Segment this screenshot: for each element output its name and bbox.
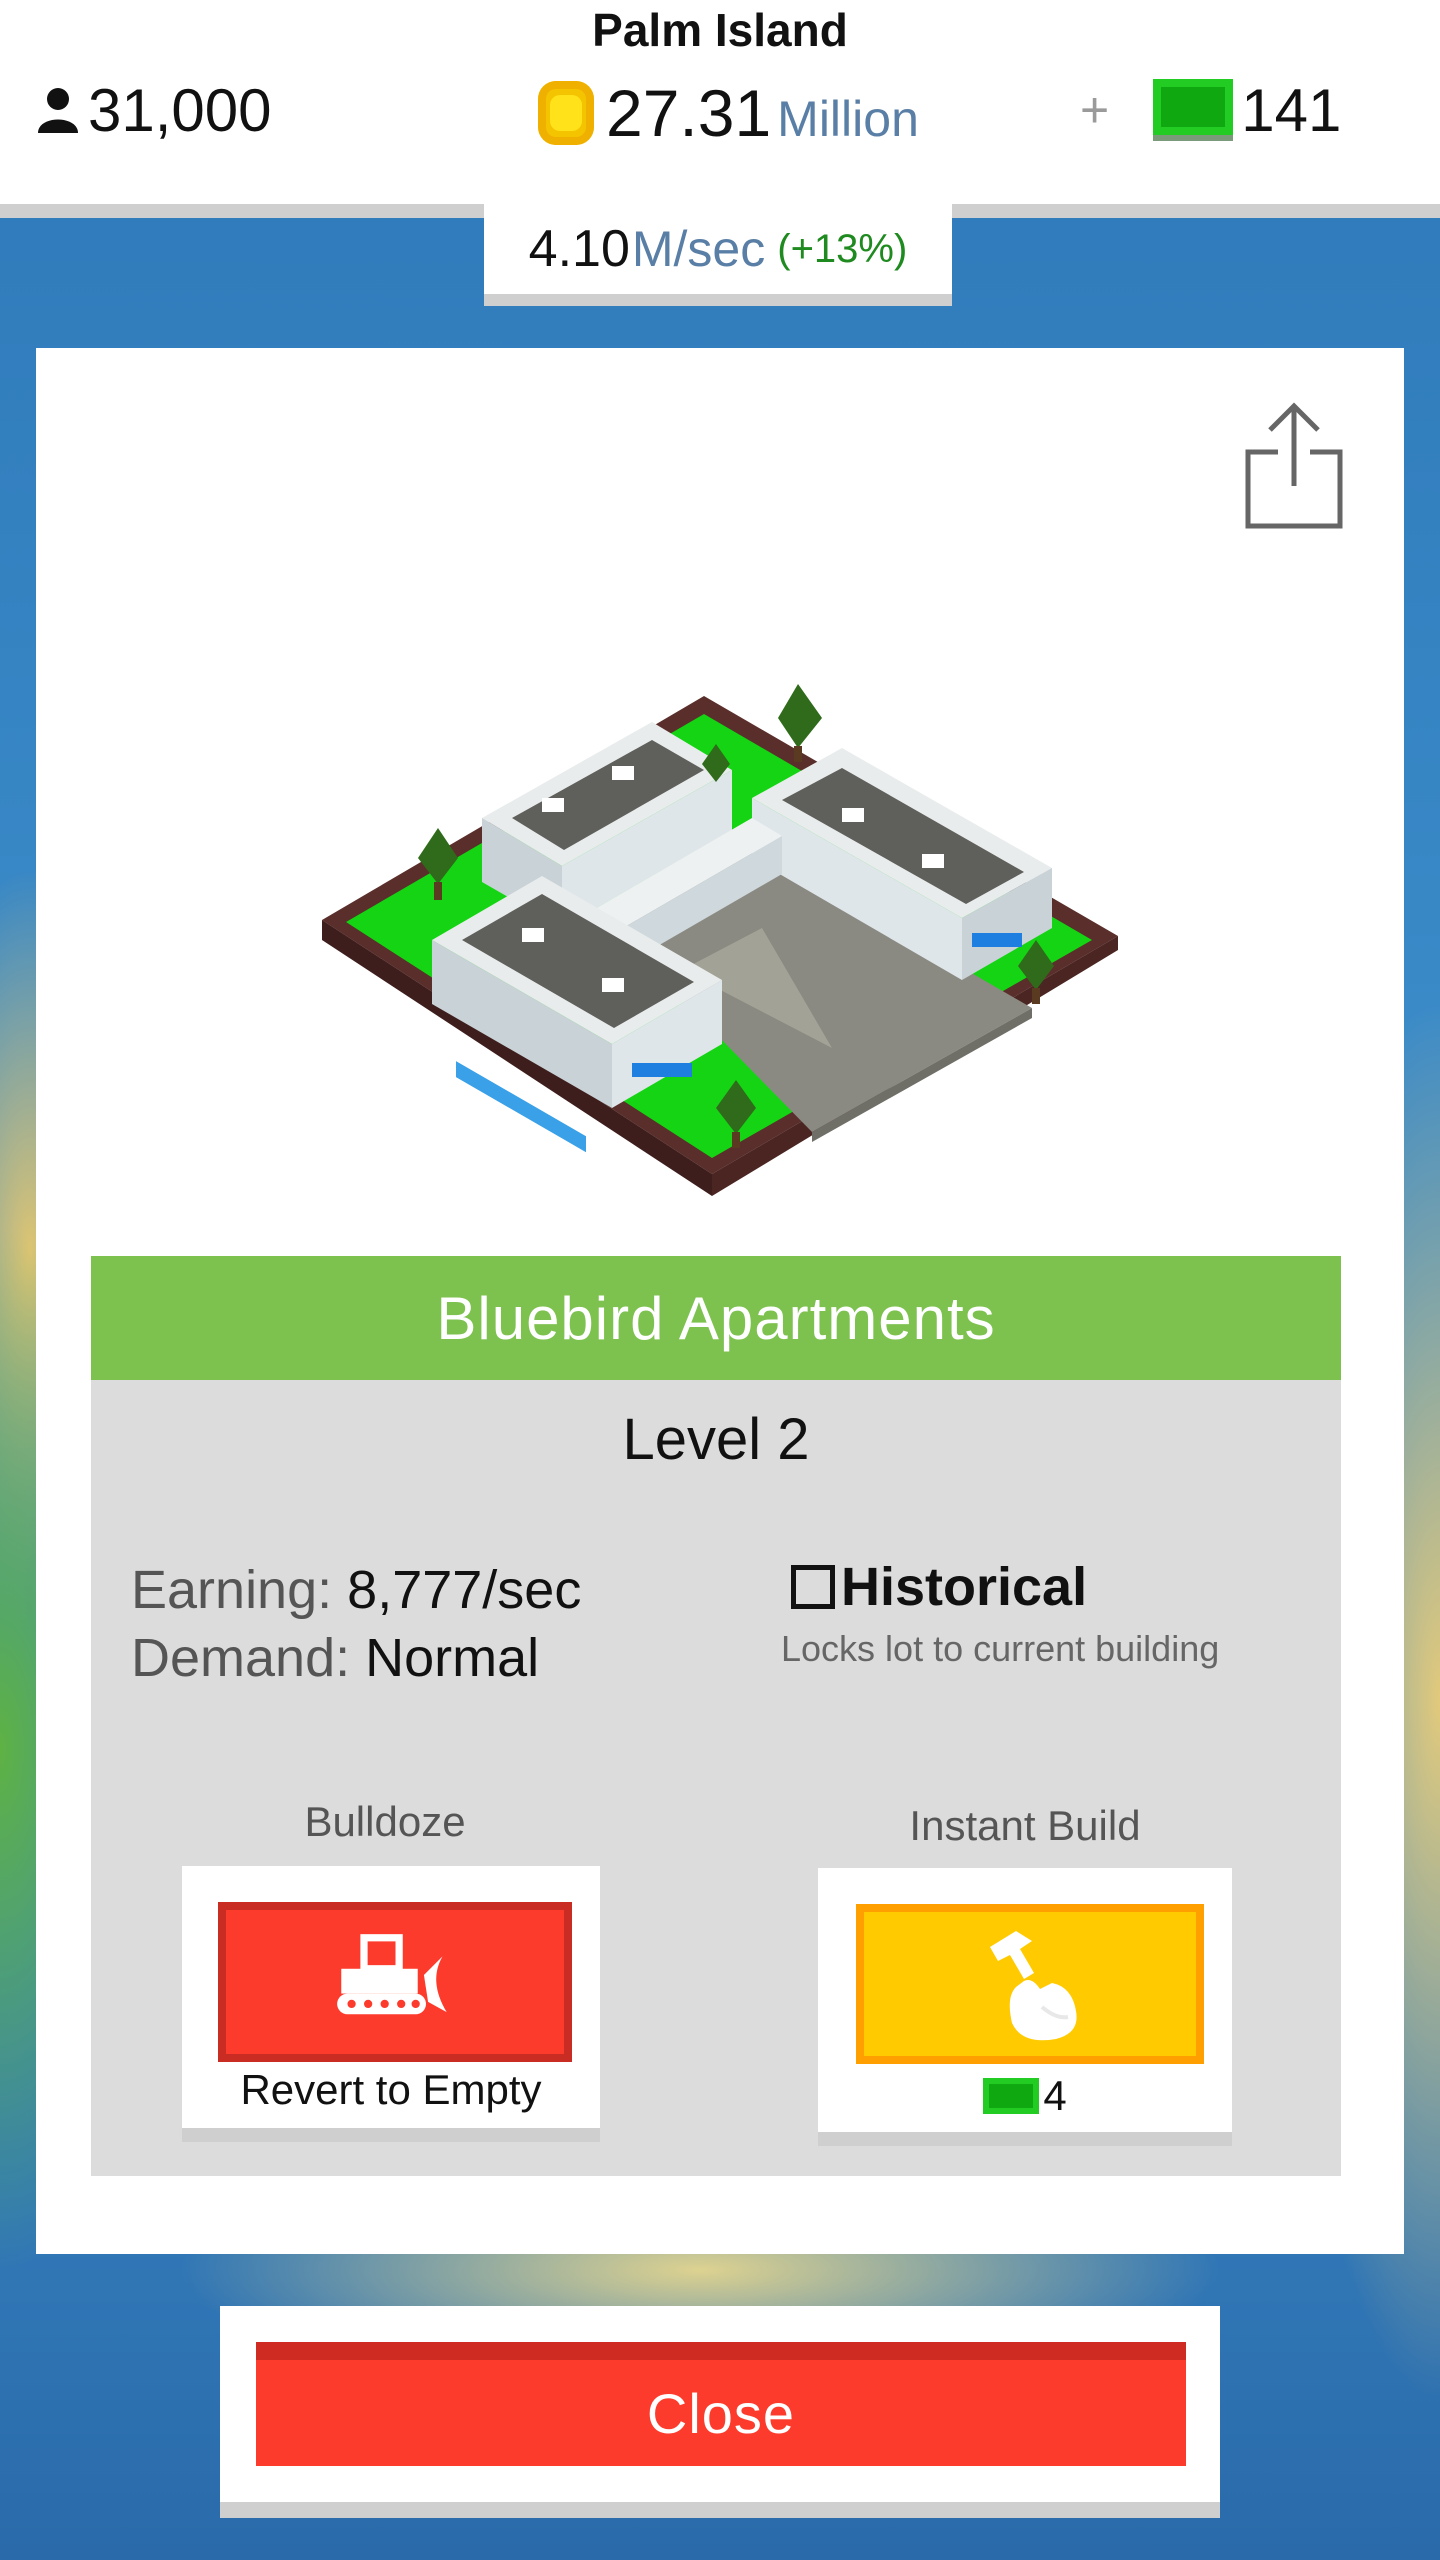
rate-value: 4.10 <box>528 220 630 278</box>
building-name: Bluebird Apartments <box>91 1256 1341 1380</box>
instant-build-panel: 4 <box>818 1868 1232 2146</box>
cash-bill-icon <box>983 2078 1040 2114</box>
earning-value: 8,777/sec <box>347 1560 582 1620</box>
earning-label: Earning: <box>131 1560 333 1620</box>
money-value: 27.31 <box>606 76 772 150</box>
demand-row: Demand: Normal <box>131 1624 581 1692</box>
income-rate-tab: 4.10 M/sec (+13%) <box>484 204 952 306</box>
add-cash-button[interactable]: + <box>1080 81 1109 139</box>
cash-bill-icon <box>1153 79 1234 141</box>
close-button[interactable]: Close <box>256 2342 1186 2466</box>
building-info-panel: Bluebird Apartments Level 2 Earning: 8,7… <box>91 1256 1341 2176</box>
money-counter: 27.31 Million <box>538 70 919 156</box>
historical-label: Historical <box>841 1557 1088 1617</box>
rate-unit: M/sec <box>631 221 766 277</box>
historical-row[interactable]: Historical <box>791 1556 1291 1618</box>
money-unit: Million <box>777 91 919 147</box>
hammer-hand-icon <box>990 1931 1077 2041</box>
share-icon[interactable] <box>1244 400 1348 530</box>
island-name: Palm Island <box>592 4 848 56</box>
instant-build-cost: 4 <box>818 2072 1232 2120</box>
historical-description: Locks lot to current building <box>781 1628 1220 1669</box>
close-panel: Close <box>220 2306 1220 2518</box>
rate-change: (+13%) <box>777 226 908 271</box>
earning-row: Earning: 8,777/sec <box>131 1556 581 1624</box>
bulldoze-label: Bulldoze <box>304 1798 466 1845</box>
top-bar: Palm Island 31,000 27.31 Million + 141 <box>0 0 1440 218</box>
instant-build-cost-value: 4 <box>1043 2072 1067 2119</box>
cash-value: 141 <box>1241 76 1342 144</box>
building-level: Level 2 <box>622 1407 810 1472</box>
coin-icon <box>538 81 594 145</box>
demand-value: Normal <box>365 1628 540 1688</box>
person-icon <box>38 88 78 133</box>
historical-toggle[interactable]: Historical Locks lot to current building <box>781 1556 1291 1670</box>
building-illustration <box>322 684 1118 1196</box>
cash-counter[interactable]: + 141 <box>1080 70 1341 150</box>
bulldoze-panel: Revert to Empty <box>182 1866 600 2142</box>
bulldoze-button[interactable] <box>218 1902 572 2062</box>
bulldozer-icon <box>337 1934 447 2015</box>
population-value: 31,000 <box>88 76 272 144</box>
instant-build-label: Instant Build <box>909 1802 1141 1849</box>
population-counter: 31,000 <box>36 72 272 148</box>
instant-build-button[interactable] <box>856 1904 1204 2064</box>
building-card: Bluebird Apartments Level 2 Earning: 8,7… <box>36 348 1404 2254</box>
building-stats: Earning: 8,777/sec Demand: Normal <box>131 1556 581 1692</box>
bulldoze-caption: Revert to Empty <box>240 2066 542 2113</box>
historical-checkbox[interactable] <box>791 1565 835 1609</box>
demand-label: Demand: <box>131 1628 351 1688</box>
